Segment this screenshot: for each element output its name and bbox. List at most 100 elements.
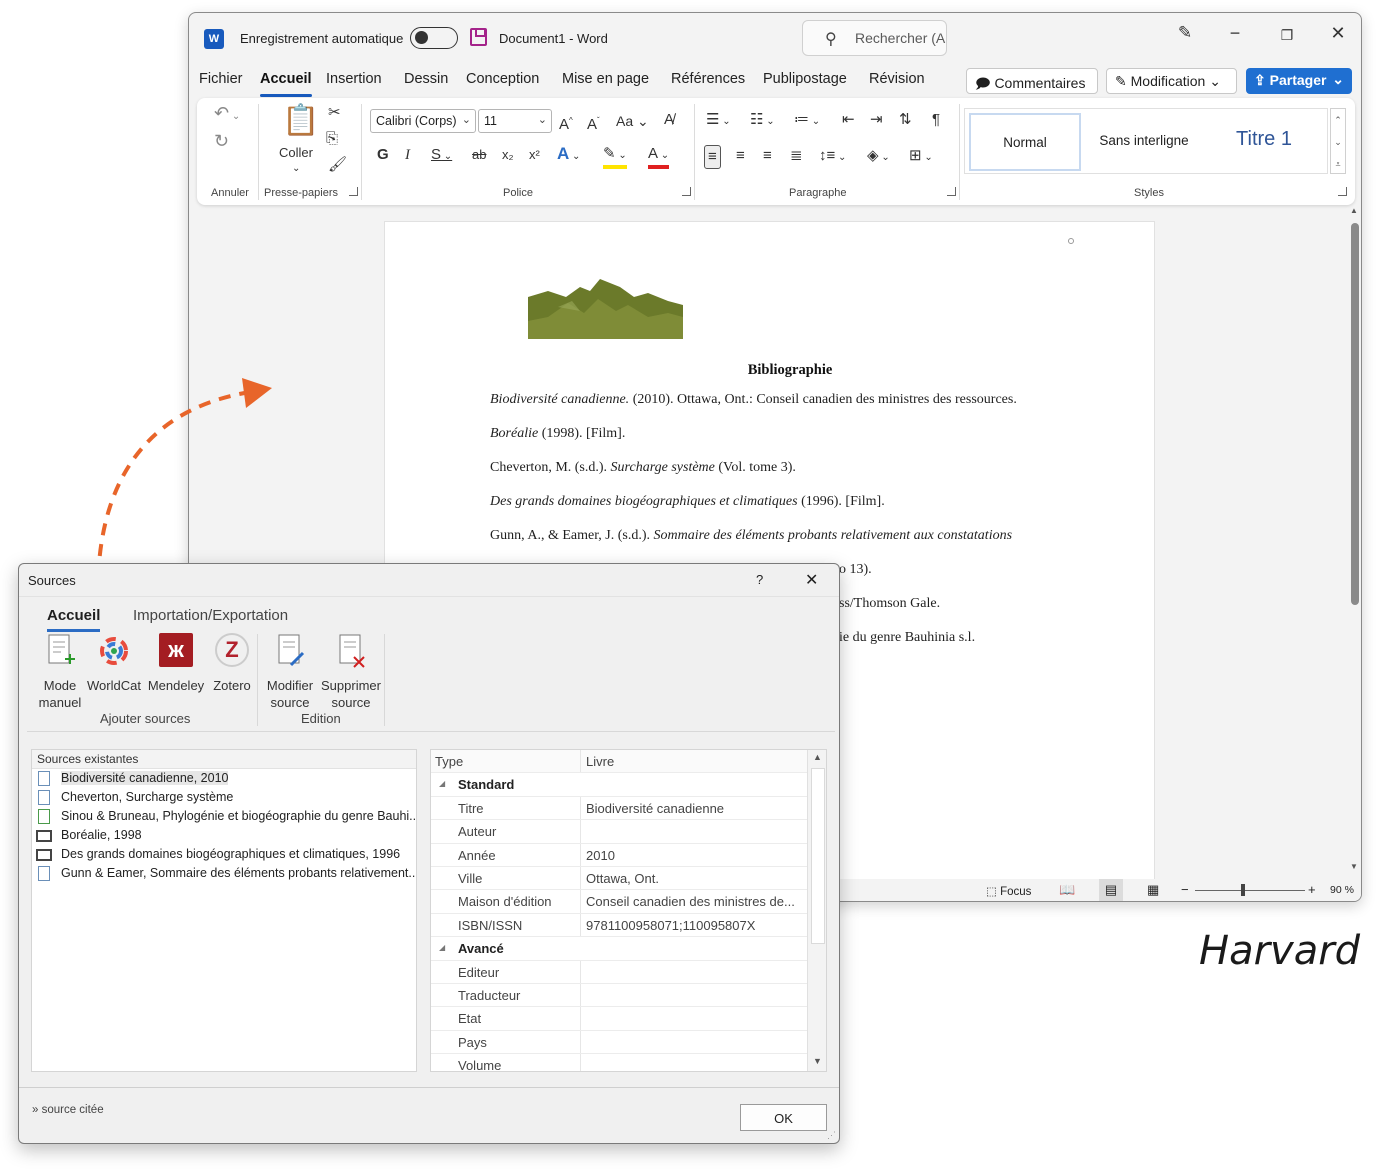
align-left-icon[interactable]: ≡ xyxy=(704,145,721,169)
property-row[interactable]: Volume xyxy=(431,1054,826,1071)
increase-indent-icon[interactable]: ⇥ xyxy=(870,111,883,129)
style-sans-interligne[interactable]: Sans interligne xyxy=(1085,113,1203,171)
change-case-button[interactable]: Aa ⌄ xyxy=(616,112,649,130)
sort-icon[interactable]: ⇅ xyxy=(899,111,912,129)
list-item[interactable]: Boréalie, 1998 xyxy=(32,826,416,845)
font-launcher-icon[interactable] xyxy=(682,187,691,196)
property-row[interactable]: Ville Ottawa, Ont. xyxy=(431,866,826,891)
list-item[interactable]: Biodiversité canadienne, 2010 xyxy=(32,769,416,788)
type-row[interactable]: Type Livre xyxy=(431,750,826,774)
tab-accueil[interactable]: Accueil xyxy=(47,607,101,632)
multilevel-list-icon[interactable]: ≔ ⌄ xyxy=(794,111,820,131)
font-size-select[interactable]: 11 ⌄ xyxy=(478,109,552,133)
read-mode-icon[interactable]: 📖 xyxy=(1059,882,1075,898)
zoom-level[interactable]: 90 % xyxy=(1330,884,1354,896)
search-box[interactable]: ⚲ Rechercher (A xyxy=(802,20,947,56)
designer-pen-icon[interactable]: ✎ xyxy=(1170,23,1200,43)
strikethrough-button[interactable]: ab xyxy=(472,146,486,164)
scroll-thumb[interactable] xyxy=(1351,223,1359,605)
comments-button[interactable]: 🗩 Commentaires xyxy=(966,68,1098,94)
close-icon[interactable]: ✕ xyxy=(805,570,818,590)
property-row[interactable]: ISBN/ISSN 9781100958071;110095807X xyxy=(431,913,826,938)
restore-button[interactable]: ❐ xyxy=(1272,27,1302,44)
save-icon[interactable] xyxy=(470,28,487,46)
cut-icon[interactable]: ✂ xyxy=(328,104,341,122)
vertical-scrollbar[interactable]: ▲ ▼ xyxy=(1349,206,1361,878)
zoom-slider-thumb[interactable] xyxy=(1241,884,1245,896)
tab-accueil[interactable]: Accueil xyxy=(260,71,312,97)
mendeley-button[interactable]: ж Mendeley xyxy=(146,633,206,694)
list-item[interactable]: Sinou & Bruneau, Phylogénie et biogéogra… xyxy=(32,807,416,826)
align-right-icon[interactable]: ≡ xyxy=(763,147,772,165)
zoom-out-icon[interactable]: − xyxy=(1181,882,1189,897)
property-row[interactable]: Titre Biodiversité canadienne xyxy=(431,796,826,821)
property-row[interactable]: Maison d'édition Conseil canadien des min… xyxy=(431,890,826,914)
justify-icon[interactable]: ≣ xyxy=(790,147,803,165)
style-normal[interactable]: Normal xyxy=(969,113,1081,171)
pilcrow-icon[interactable]: ¶ xyxy=(932,111,940,129)
numbering-icon[interactable]: ☷ ⌄ xyxy=(750,111,775,131)
bullets-icon[interactable]: ☰ ⌄ xyxy=(706,111,731,131)
highlight-icon[interactable]: ✎ ⌄ xyxy=(603,145,627,169)
grow-font-icon[interactable]: A^ xyxy=(559,112,573,134)
list-item[interactable]: Gunn & Eamer, Sommaire des éléments prob… xyxy=(32,864,416,883)
tab-fichier[interactable]: Fichier xyxy=(199,71,243,87)
shading-icon[interactable]: ◈ ⌄ xyxy=(867,147,890,167)
align-center-icon[interactable]: ≡ xyxy=(736,147,745,165)
focus-button[interactable]: ⬚ Focus xyxy=(986,884,1031,898)
list-item[interactable]: Cheverton, Surcharge système xyxy=(32,788,416,807)
properties-scrollbar[interactable]: ▲ ▼ xyxy=(807,750,826,1071)
ok-button[interactable]: OK xyxy=(740,1104,827,1131)
tab-import-export[interactable]: Importation/Exportation xyxy=(133,607,288,624)
bold-button[interactable]: G xyxy=(377,146,389,164)
tab-conception[interactable]: Conception xyxy=(466,71,539,87)
property-row[interactable]: Etat xyxy=(431,1007,826,1031)
zoom-slider[interactable] xyxy=(1195,890,1305,891)
text-effects-icon[interactable]: A ⌄ xyxy=(557,145,580,166)
tab-revision[interactable]: Révision xyxy=(869,71,925,87)
edit-source-button[interactable]: Modifier source xyxy=(262,633,318,711)
minimize-button[interactable]: − xyxy=(1220,23,1250,44)
decrease-indent-icon[interactable]: ⇤ xyxy=(842,111,855,129)
copy-icon[interactable]: ⎘ xyxy=(326,130,338,148)
print-layout-icon[interactable]: ▤ xyxy=(1099,879,1123,901)
format-painter-icon[interactable]: 🖌 xyxy=(328,156,347,174)
borders-icon[interactable]: ⊞ ⌄ xyxy=(909,147,933,167)
delete-source-button[interactable]: Supprimer source xyxy=(319,633,383,711)
tab-publipostage[interactable]: Publipostage xyxy=(763,71,847,87)
redo-icon[interactable]: ↻ xyxy=(214,132,229,150)
paste-icon[interactable]: 📋 xyxy=(282,104,319,138)
style-titre-1[interactable]: Titre 1 xyxy=(1205,113,1323,171)
close-button[interactable]: ✕ xyxy=(1323,23,1353,44)
share-button[interactable]: ⇪ Partager ⌄ xyxy=(1246,68,1352,94)
line-spacing-icon[interactable]: ↕≡ ⌄ xyxy=(819,147,846,167)
resize-grip-icon[interactable]: ⋰ xyxy=(827,1130,836,1141)
tab-references[interactable]: Références xyxy=(671,71,745,87)
italic-button[interactable]: I xyxy=(405,146,410,164)
manual-source-button[interactable]: Mode manuel xyxy=(37,633,83,711)
styles-scroll[interactable]: ⌃ ⌄ ⩡ xyxy=(1330,108,1346,174)
property-row[interactable]: Editeur xyxy=(431,960,826,984)
section-standard[interactable]: Standard xyxy=(431,773,826,797)
clear-formatting-icon[interactable]: A̸ xyxy=(664,111,674,129)
zotero-button[interactable]: Z Zotero xyxy=(209,633,255,694)
paragraph-launcher-icon[interactable] xyxy=(947,187,956,196)
zoom-in-icon[interactable]: + xyxy=(1308,882,1316,897)
help-button[interactable]: ? xyxy=(756,572,763,587)
tab-insertion[interactable]: Insertion xyxy=(326,71,382,87)
list-item[interactable]: Des grands domaines biogéographiques et … xyxy=(32,845,416,864)
font-color-icon[interactable]: A ⌄ xyxy=(648,145,670,169)
shrink-font-icon[interactable]: Aˇ xyxy=(587,112,600,134)
undo-icon[interactable]: ↶ ⌄ xyxy=(214,104,240,126)
subscript-button[interactable]: x₂ xyxy=(502,146,514,164)
chevron-down-icon[interactable]: ⌄ xyxy=(292,160,300,178)
property-row[interactable]: Traducteur xyxy=(431,983,826,1008)
modification-button[interactable]: ✎ Modification ⌄ xyxy=(1106,68,1237,94)
clipboard-launcher-icon[interactable] xyxy=(349,187,358,196)
superscript-button[interactable]: x² xyxy=(529,146,540,164)
tab-mise-en-page[interactable]: Mise en page xyxy=(562,71,649,87)
font-name-select[interactable]: Calibri (Corps) ⌄ xyxy=(370,109,476,133)
web-layout-icon[interactable]: ▦ xyxy=(1147,882,1159,898)
tab-dessin[interactable]: Dessin xyxy=(404,71,448,87)
underline-button[interactable]: S ⌄ xyxy=(431,146,452,166)
